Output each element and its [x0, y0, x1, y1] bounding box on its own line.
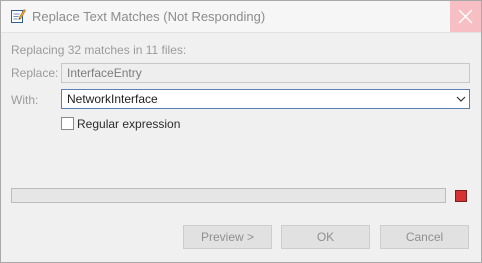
replace-field: InterfaceEntry: [61, 63, 470, 83]
with-value: NetworkInterface: [67, 92, 158, 106]
ok-button[interactable]: OK: [281, 225, 370, 249]
edit-document-icon: [10, 8, 26, 24]
progress-bar: [11, 188, 446, 203]
replace-label: Replace:: [11, 66, 59, 80]
preview-button[interactable]: Preview >: [183, 225, 272, 249]
replace-value: InterfaceEntry: [67, 66, 142, 80]
dialog-body: Replacing 32 matches in 11 files: Replac…: [1, 33, 481, 262]
replace-dialog: Replace Text Matches (Not Responding) Re…: [0, 0, 482, 263]
regex-checkbox[interactable]: [61, 117, 74, 130]
chevron-down-icon[interactable]: [456, 95, 466, 103]
replace-summary: Replacing 32 matches in 11 files:: [11, 43, 187, 57]
with-combobox[interactable]: NetworkInterface: [61, 89, 470, 109]
title-bar[interactable]: Replace Text Matches (Not Responding): [1, 1, 481, 33]
regex-label[interactable]: Regular expression: [77, 117, 180, 131]
cancel-button[interactable]: Cancel: [380, 225, 469, 249]
window-title: Replace Text Matches (Not Responding): [32, 9, 266, 24]
close-button[interactable]: [450, 1, 481, 32]
stop-icon[interactable]: [455, 190, 467, 202]
close-icon: [458, 9, 473, 24]
with-label: With:: [11, 93, 39, 107]
